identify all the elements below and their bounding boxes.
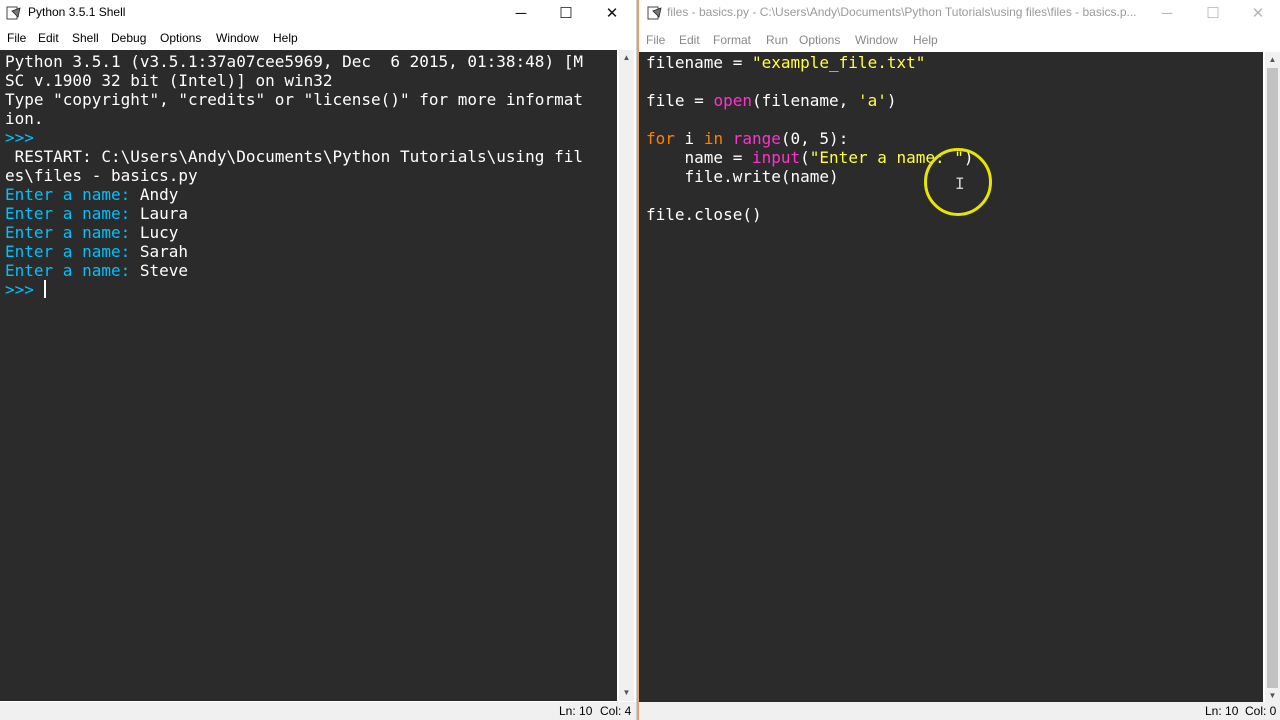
minimize-icon: ─ [1161,4,1173,22]
shell-input-line: Enter a name: Lucy [5,223,178,242]
code-line: name = input("Enter a name: ") [646,148,974,167]
shell-input-line: Enter a name: Steve [5,261,188,280]
close-icon: ✕ [605,5,619,22]
code-line: file = open(filename, 'a') [646,91,897,110]
input-prompt: Enter a name: [5,185,140,204]
input-value: Steve [139,261,189,280]
column-number: Col: 4 [600,704,632,718]
menu-help[interactable]: Help [273,31,298,45]
shell-input-line: Enter a name: Sarah [5,242,188,261]
ibeam-cursor-icon: I [955,174,965,193]
input-value: Sarah [139,242,189,261]
column-number: Col: 0 [1245,704,1277,718]
close-button[interactable]: ✕ [1235,0,1280,26]
shell-scrollbar[interactable]: ▲ ▼ [619,50,634,701]
shell-line: RESTART: C:\Users\Andy\Documents\Python … [5,147,583,166]
shell-input-line: Enter a name: Laura [5,204,188,223]
shell-prompt: >>> [5,128,44,147]
scroll-down-icon[interactable]: ▼ [619,685,634,701]
menu-window[interactable]: Window [216,31,259,45]
menu-file[interactable]: File [646,33,665,47]
input-value: Andy [139,185,179,204]
shell-line: Python 3.5.1 (v3.5.1:37a07cee5969, Dec 6… [5,52,583,71]
editor-menubar: File Edit Format Run Options Window Help [639,30,1280,50]
menu-run[interactable]: Run [766,33,788,47]
maximize-button[interactable]: ☐ [543,0,589,26]
code-line: file.write(name) [646,167,839,186]
shell-input-line: Enter a name: Andy [5,185,178,204]
menu-format[interactable]: Format [713,33,751,47]
code-line: for i in range(0, 5): [646,129,849,148]
input-prompt: Enter a name: [5,223,140,242]
shell-prompt: >>> [5,280,44,299]
line-number: Ln: 10 [559,704,593,718]
close-icon: ✕ [1251,5,1265,22]
idle-app-icon [647,6,662,20]
code-line: filename = "example_file.txt" [646,53,926,72]
code-line: file.close() [646,205,762,224]
maximize-icon: ☐ [1206,5,1220,22]
shell-line: ion. [5,109,44,128]
shell-title: Python 3.5.1 Shell [28,5,126,19]
menu-edit[interactable]: Edit [679,33,700,47]
shell-menubar: File Edit Shell Debug Options Window Hel… [0,28,636,48]
input-prompt: Enter a name: [5,204,140,223]
maximize-icon: ☐ [559,5,573,22]
shell-statusbar: Ln: 10 Col: 4 [0,702,636,720]
close-button[interactable]: ✕ [589,0,635,26]
input-prompt: Enter a name: [5,261,140,280]
menu-file[interactable]: File [7,31,26,45]
input-prompt: Enter a name: [5,242,140,261]
scroll-up-icon[interactable]: ▲ [619,50,634,66]
shell-line: es\files - basics.py [5,166,198,185]
editor-titlebar[interactable]: files - basics.py - C:\Users\Andy\Docume… [639,0,1280,26]
shell-current-line[interactable]: >>> [5,280,46,299]
shell-titlebar[interactable]: Python 3.5.1 Shell ─ ☐ ✕ [0,0,636,26]
shell-window: Python 3.5.1 Shell ─ ☐ ✕ File Edit Shell… [0,0,637,720]
menu-edit[interactable]: Edit [38,31,59,45]
minimize-icon: ─ [515,4,527,22]
input-value: Laura [139,204,189,223]
editor-title: files - basics.py - C:\Users\Andy\Docume… [667,5,1137,19]
editor-scrollbar[interactable]: ▲ ▼ [1265,52,1280,704]
editor-window: files - basics.py - C:\Users\Andy\Docume… [637,0,1280,720]
menu-options[interactable]: Options [799,33,840,47]
text-caret [43,280,46,298]
minimize-button[interactable]: ─ [1144,0,1190,26]
shell-line: Type "copyright", "credits" or "license(… [5,90,583,109]
menu-help[interactable]: Help [913,33,938,47]
menu-shell[interactable]: Shell [72,31,99,45]
shell-line: SC v.1900 32 bit (Intel)] on win32 [5,71,333,90]
shell-output[interactable]: Python 3.5.1 (v3.5.1:37a07cee5969, Dec 6… [0,50,617,701]
input-value: Lucy [139,223,179,242]
maximize-button[interactable]: ☐ [1190,0,1236,26]
line-number: Ln: 10 [1205,704,1239,718]
scroll-up-icon[interactable]: ▲ [1265,52,1280,68]
scroll-thumb[interactable] [1267,68,1278,688]
idle-app-icon [6,6,21,20]
menu-options[interactable]: Options [160,31,201,45]
menu-debug[interactable]: Debug [111,31,146,45]
menu-window[interactable]: Window [855,33,898,47]
minimize-button[interactable]: ─ [498,0,544,26]
editor-statusbar: Ln: 10 Col: 0 [639,702,1280,720]
